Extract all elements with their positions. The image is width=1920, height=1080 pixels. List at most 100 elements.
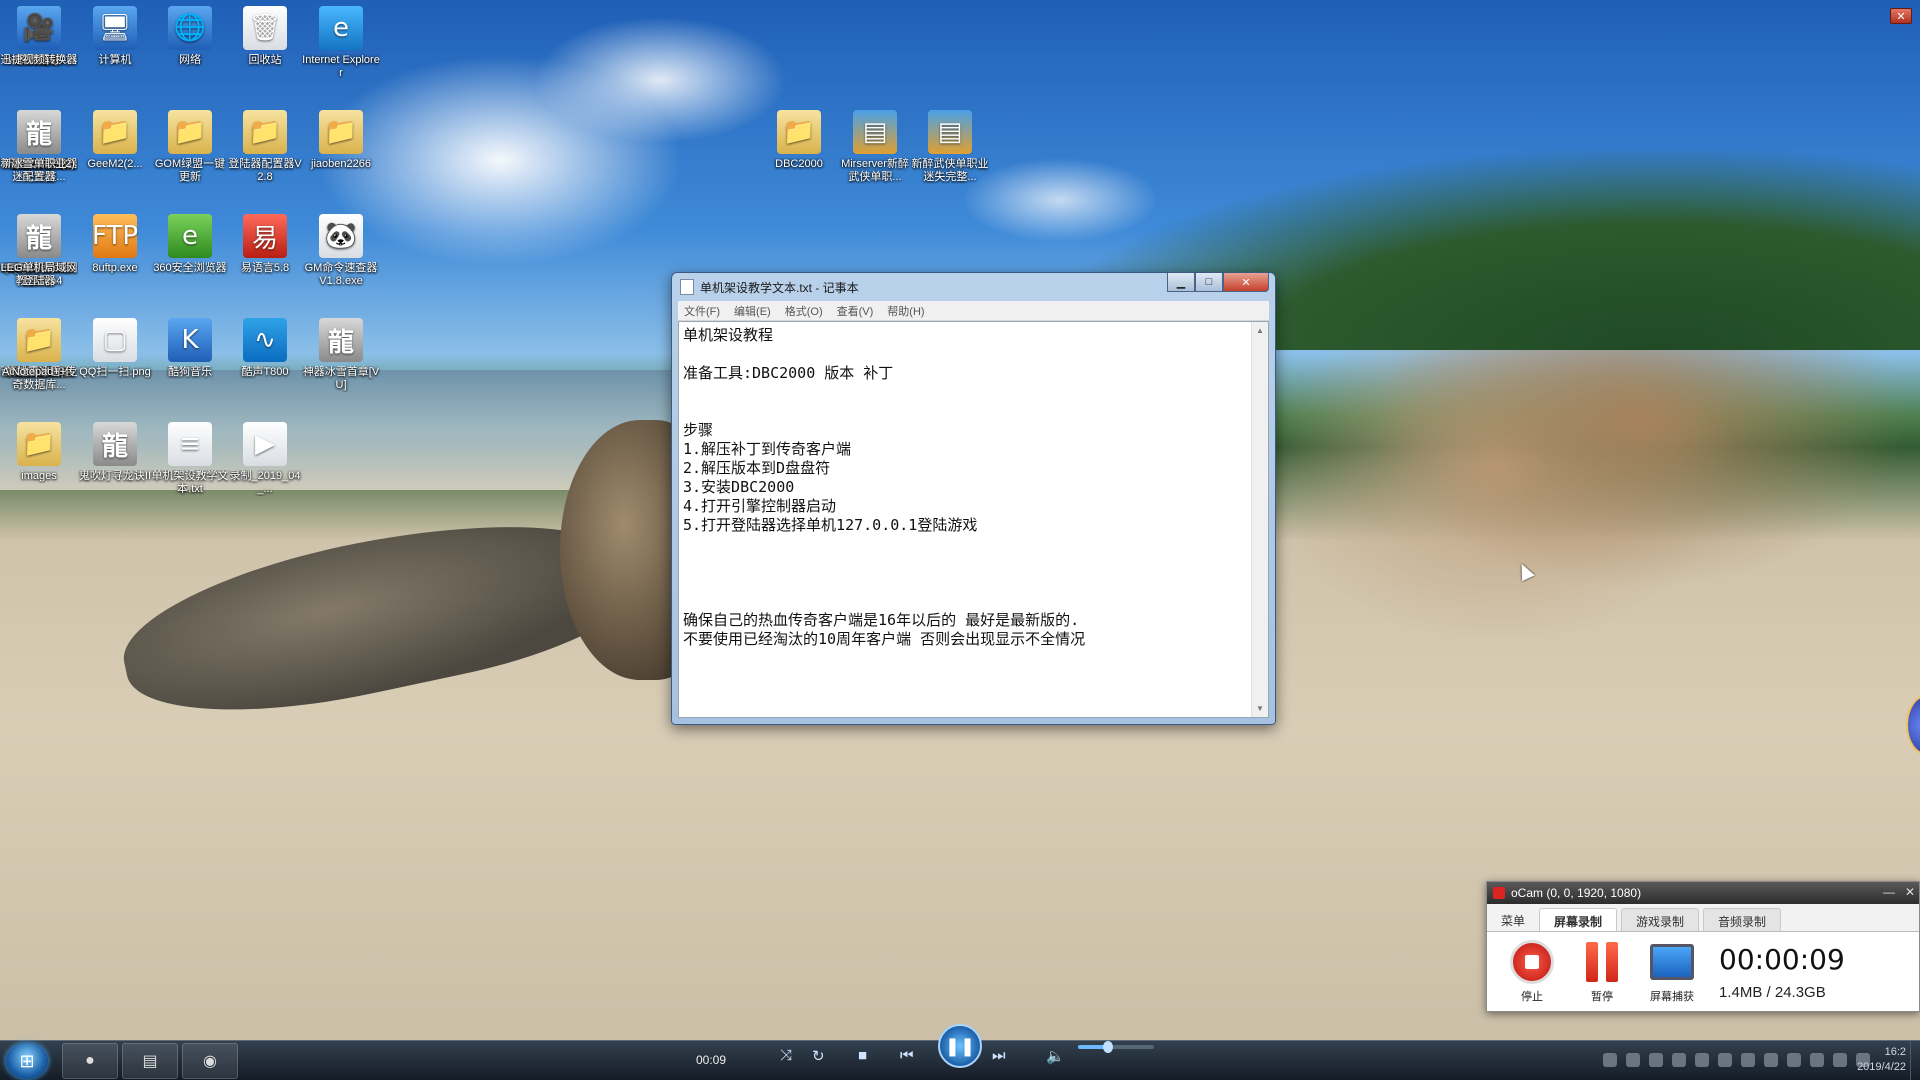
desktop-icon-label: 登陆器配置器V2.8 [228, 158, 302, 183]
desktop-icon[interactable]: 龍神器冰雪首章[VU] [302, 312, 380, 412]
desktop-icon[interactable]: e 360安全浏览器 [151, 208, 229, 308]
desktop-icon[interactable]: 📁 jiaoben2266 [302, 104, 380, 204]
stop-icon [1510, 939, 1554, 984]
desktop-icon[interactable]: K 酷狗音乐 [151, 312, 229, 412]
tray-icon[interactable] [1718, 1053, 1732, 1067]
recording-info: 00:00:09 1.4MB / 24.3GB [1719, 943, 1845, 1001]
play-pause-button[interactable]: ❚❚ [938, 1024, 982, 1068]
ocam-toolbar: 停止 暂停 屏幕捕获 00:00:09 1.4MB / 24.3GB [1487, 932, 1919, 1011]
minimize-button[interactable]: ▁ [1167, 273, 1195, 292]
desktop-icon[interactable]: 🎥 迅捷视频转换器 [0, 0, 78, 100]
desktop-icon[interactable]: 龍鬼吹灯寻龙诀II [76, 416, 154, 516]
tray-icon[interactable] [1626, 1053, 1640, 1067]
desktop-icon[interactable]: ≡ 单机架设教学文本.txt [151, 416, 229, 516]
desktop-icon[interactable]: 易易语言5.8 [226, 208, 304, 308]
screen-capture-button[interactable]: 屏幕捕获 [1637, 940, 1707, 1004]
taskbar-app-ocam[interactable]: ● [62, 1043, 118, 1079]
desktop-icon[interactable]: 📁 GOM绿盟一键更新 [151, 104, 229, 204]
tab-screen-record[interactable]: 屏幕录制 [1539, 908, 1618, 931]
tray-icon[interactable] [1695, 1053, 1709, 1067]
desktop-icon-image: 📁 [319, 110, 363, 154]
system-tray [1603, 1053, 1870, 1067]
notepad-window[interactable]: 单机架设教学文本.txt - 记事本 ▁ □ ✕ 文件(F) 编辑(E) 格式(… [671, 272, 1276, 725]
notepad-icon: ▤ [142, 1053, 158, 1070]
desktop-icon-label: 神器冰雪首章[VU] [302, 366, 380, 391]
clock[interactable]: 16:2 2019/4/22 [1857, 1045, 1906, 1075]
pause-button[interactable]: 暂停 [1567, 940, 1637, 1004]
volume-slider[interactable] [1078, 1041, 1154, 1053]
tray-icon[interactable] [1764, 1053, 1778, 1067]
stop-icon[interactable]: ■ [858, 1047, 867, 1064]
desktop-icon[interactable]: ∿ 酷声T800 [226, 312, 304, 412]
desktop-icon[interactable]: 🌐 网络 [151, 0, 229, 100]
tray-icon[interactable] [1649, 1053, 1663, 1067]
desktop-icon[interactable]: ▶ 录制_2019_04_... [226, 416, 304, 516]
vertical-scrollbar[interactable]: ▲ ▼ [1251, 322, 1268, 717]
tab-game-record[interactable]: 游戏录制 [1621, 908, 1700, 931]
desktop-icon-label: 易语言5.8 [240, 262, 290, 274]
close-button[interactable]: ✕ [1905, 885, 1915, 899]
ocam-window-controls: — ✕ [1883, 885, 1915, 899]
maximize-button[interactable]: □ [1195, 273, 1223, 292]
desktop-icon[interactable]: e Internet Explorer [302, 0, 380, 100]
desktop-icon[interactable]: 🖥 计算机 [76, 0, 154, 100]
menu-file[interactable]: 文件(F) [684, 303, 720, 319]
desktop-icon-label: 8uftp.exe [92, 262, 138, 274]
tray-icon[interactable] [1810, 1053, 1824, 1067]
document-text[interactable]: 单机架设教程 准备工具:DBC2000 版本 补丁 步骤 1.解压补丁到传奇客户… [683, 326, 1248, 713]
desktop-icon[interactable]: FTP 8uftp.exe [76, 208, 154, 308]
taskbar-app-player[interactable]: ◉ [182, 1043, 238, 1079]
ocam-window[interactable]: oCam (0, 0, 1920, 1080) — ✕ 菜单 屏幕录制 游戏录制… [1486, 881, 1920, 1012]
desktop-icon-image: 📁 [777, 110, 821, 154]
stop-button[interactable]: 停止 [1497, 939, 1567, 1004]
ocam-titlebar[interactable]: oCam (0, 0, 1920, 1080) — ✕ [1487, 882, 1919, 904]
desktop-icon[interactable]: ▢ QQ扫一扫.png [76, 312, 154, 412]
notepad-titlebar[interactable]: 单机架设教学文本.txt - 记事本 ▁ □ ✕ [672, 273, 1275, 301]
menu-help[interactable]: 帮助(H) [887, 303, 924, 319]
desktop-icon[interactable]: 🗑 回收站 [226, 0, 304, 100]
next-icon[interactable]: ⏭ [992, 1047, 1006, 1064]
desktop-icon[interactable]: 📁 images [0, 416, 78, 516]
scroll-up-icon[interactable]: ▲ [1252, 322, 1268, 339]
desktop-icon[interactable]: 📁 DBC2000 [760, 104, 838, 204]
close-icon[interactable]: ✕ [1890, 8, 1912, 24]
show-desktop-button[interactable] [1910, 1041, 1920, 1080]
desktop-icon-image: 🐼 [319, 214, 363, 258]
clock-time: 16:2 [1884, 1046, 1906, 1058]
start-button[interactable]: ⊞ [6, 1043, 48, 1079]
file-size: 1.4MB / 24.3GB [1719, 983, 1826, 1001]
elapsed-time: 00:00:09 [1719, 942, 1845, 976]
shuffle-icon[interactable]: ⤨ [780, 1047, 792, 1064]
minimize-button[interactable]: — [1883, 885, 1895, 899]
desktop-icon[interactable]: 龍 LEG单机局域网登陆器 [0, 208, 78, 308]
menu-format[interactable]: 格式(O) [785, 303, 823, 319]
close-button[interactable]: ✕ [1223, 273, 1269, 292]
scroll-down-icon[interactable]: ▼ [1252, 700, 1268, 717]
tray-icon[interactable] [1833, 1053, 1847, 1067]
desktop-icon[interactable]: 📁 Notepad++ [0, 312, 78, 412]
tab-audio-record[interactable]: 音频录制 [1703, 908, 1782, 931]
capture-label: 屏幕捕获 [1650, 990, 1694, 1003]
menu-view[interactable]: 查看(V) [837, 303, 874, 319]
desktop-icon-image: 📁 [93, 110, 137, 154]
tab-menu[interactable]: 菜单 [1491, 908, 1535, 931]
taskbar-app-notepad[interactable]: ▤ [122, 1043, 178, 1079]
desktop-icon[interactable]: ▤ Mirserver新醉武侠单职... [836, 104, 914, 204]
repeat-icon[interactable]: ↻ [812, 1047, 825, 1065]
volume-icon[interactable]: 🔈 [1046, 1047, 1065, 1065]
desktop-icon[interactable]: 龍冰雪单职业 [0, 104, 78, 204]
tray-icon[interactable] [1603, 1053, 1617, 1067]
desktop-icon[interactable]: 📁 GeeM2(2... [76, 104, 154, 204]
desktop-icon[interactable]: ▤ 新醉武侠单职业迷失完整... [911, 104, 989, 204]
text-area[interactable]: 单机架设教程 准备工具:DBC2000 版本 补丁 步骤 1.解压补丁到传奇客户… [678, 321, 1269, 718]
desktop-icon[interactable]: 🐼 GM命令速查器V1.8.exe [302, 208, 380, 308]
ocam-tabs: 菜单 屏幕录制 游戏录制 音频录制 [1487, 904, 1919, 932]
previous-icon[interactable]: ⏮ [900, 1047, 914, 1064]
desktop-icon-image: 📁 [243, 110, 287, 154]
tray-icon[interactable] [1672, 1053, 1686, 1067]
notepad-icon [680, 279, 694, 295]
desktop-icon[interactable]: 📁 登陆器配置器V2.8 [226, 104, 304, 204]
tray-icon[interactable] [1787, 1053, 1801, 1067]
tray-icon[interactable] [1741, 1053, 1755, 1067]
menu-edit[interactable]: 编辑(E) [734, 303, 771, 319]
